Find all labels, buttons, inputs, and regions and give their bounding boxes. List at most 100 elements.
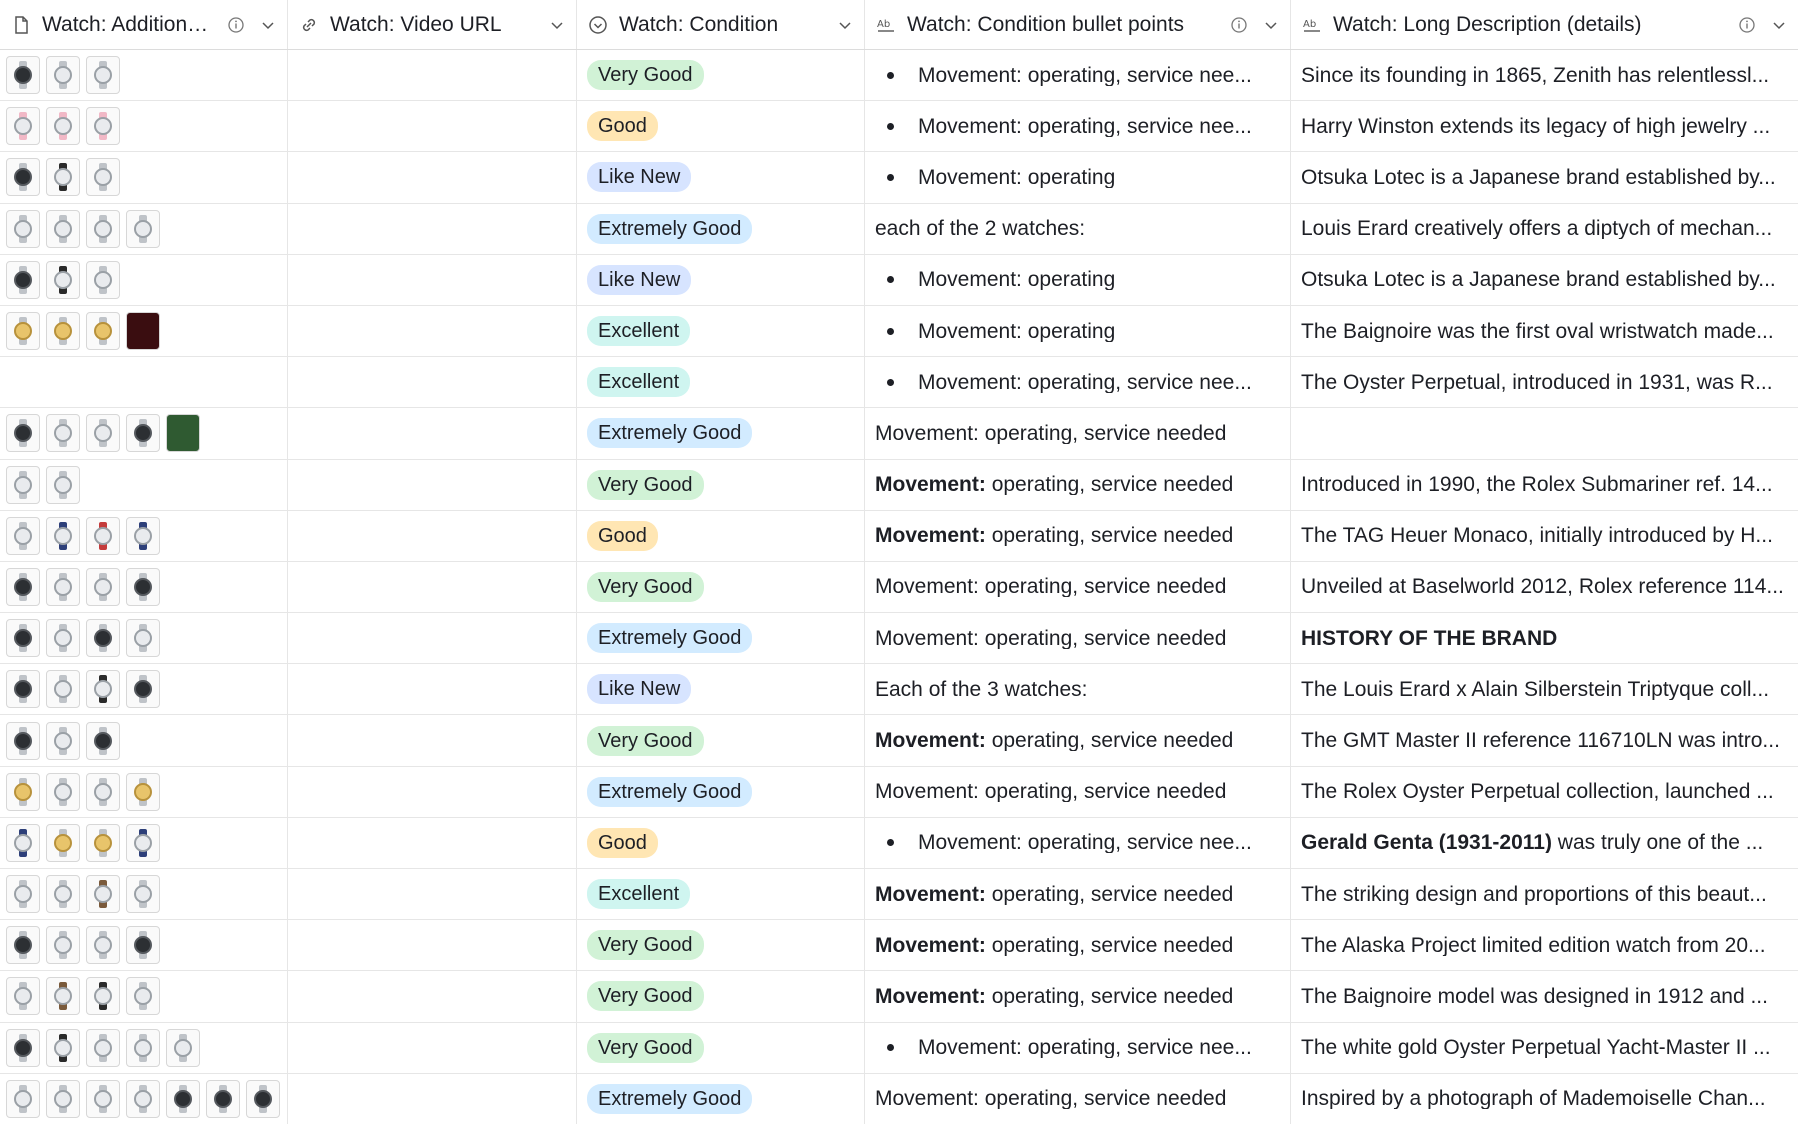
condition-cell[interactable]: Very Good — [577, 715, 865, 766]
watch-thumbnail[interactable] — [46, 158, 80, 197]
video-url-cell[interactable] — [288, 971, 577, 1022]
video-url-cell[interactable] — [288, 510, 577, 561]
watch-thumbnail[interactable] — [86, 1028, 120, 1067]
watch-thumbnail[interactable] — [126, 209, 160, 248]
attachments-cell[interactable] — [0, 203, 288, 254]
video-url-cell[interactable] — [288, 561, 577, 613]
condition-bullets-cell[interactable]: Movement: operating, service nee... — [865, 357, 1291, 408]
watch-thumbnail[interactable] — [86, 107, 120, 146]
watch-thumbnail[interactable] — [46, 977, 80, 1016]
attachments-cell[interactable] — [0, 254, 288, 305]
watch-thumbnail[interactable] — [86, 209, 120, 248]
watch-thumbnail[interactable] — [126, 414, 160, 453]
watch-thumbnail[interactable] — [6, 823, 40, 862]
long-description-cell[interactable] — [1291, 408, 1798, 458]
attachments-cell[interactable] — [0, 152, 288, 203]
table-row[interactable]: Like New Each of the 3 watches: The Louis … — [0, 664, 1798, 716]
attachments-cell[interactable] — [0, 459, 288, 510]
watch-thumbnail[interactable] — [46, 823, 80, 862]
condition-bullets-cell[interactable]: Movement: operating — [865, 305, 1291, 357]
video-url-cell[interactable] — [288, 817, 577, 868]
condition-bullets-cell[interactable]: Movement: operating, service needed — [865, 459, 1291, 510]
condition-cell[interactable]: Good — [577, 101, 865, 152]
video-url-cell[interactable] — [288, 254, 577, 305]
watch-thumbnail[interactable] — [86, 721, 120, 760]
watch-thumbnail[interactable] — [6, 772, 40, 811]
condition-cell[interactable]: Extremely Good — [577, 203, 865, 254]
condition-bullets-cell[interactable]: Movement: operating, service needed — [865, 408, 1291, 459]
table-row[interactable]: Excellent Movement: operating The Baignoir… — [0, 305, 1798, 358]
watch-thumbnail[interactable] — [126, 772, 160, 811]
attachments-cell[interactable] — [0, 357, 288, 408]
info-icon[interactable] — [227, 16, 245, 34]
watch-thumbnail[interactable] — [126, 567, 160, 606]
watch-thumbnail[interactable] — [86, 312, 120, 351]
video-url-cell[interactable] — [288, 50, 577, 101]
condition-bullets-cell[interactable]: Movement: operating, service nee... — [865, 101, 1291, 152]
watch-thumbnail[interactable] — [46, 312, 80, 351]
condition-bullets-cell[interactable]: Movement: operating, service nee... — [865, 817, 1291, 868]
watch-thumbnail[interactable] — [86, 772, 120, 811]
watch-thumbnail[interactable] — [166, 1079, 200, 1118]
table-row[interactable]: Excellent Movement: operating, service ne… — [0, 869, 1798, 921]
watch-thumbnail[interactable] — [46, 1079, 80, 1118]
watch-thumbnail[interactable] — [46, 772, 80, 811]
watch-thumbnail[interactable] — [6, 516, 40, 555]
watch-thumbnail[interactable] — [46, 516, 80, 555]
attachments-cell[interactable] — [0, 561, 288, 613]
long-description-cell[interactable]: The white gold Oyster Perpetual Yacht-Ma… — [1291, 1023, 1798, 1073]
attachments-cell[interactable] — [0, 50, 288, 101]
attachments-cell[interactable] — [0, 1073, 288, 1124]
watch-thumbnail[interactable] — [86, 1079, 120, 1118]
long-description-cell[interactable]: Since its founding in 1865, Zenith has r… — [1291, 50, 1798, 100]
attachments-cell[interactable] — [0, 920, 288, 971]
watch-thumbnail[interactable] — [86, 414, 120, 453]
column-header-condition-bullets[interactable]: Ab Watch: Condition bullet points — [865, 0, 1291, 49]
condition-cell[interactable]: Very Good — [577, 50, 865, 101]
column-header-additional[interactable]: Watch: Additional... — [0, 0, 288, 49]
column-header-condition[interactable]: Watch: Condition — [577, 0, 865, 49]
condition-cell[interactable]: Excellent — [577, 357, 865, 408]
video-url-cell[interactable] — [288, 869, 577, 920]
watch-thumbnail[interactable] — [246, 1079, 280, 1118]
long-description-cell[interactable]: Louis Erard creatively offers a diptych … — [1291, 204, 1798, 254]
chevron-down-icon[interactable] — [1262, 16, 1280, 34]
watch-thumbnail[interactable] — [86, 567, 120, 606]
video-url-cell[interactable] — [288, 613, 577, 664]
condition-bullets-cell[interactable]: Movement: operating, service needed — [865, 510, 1291, 561]
condition-bullets-cell[interactable]: Movement: operating, service needed — [865, 920, 1291, 971]
watch-thumbnail[interactable] — [6, 1028, 40, 1067]
watch-thumbnail[interactable] — [86, 158, 120, 197]
watch-thumbnail[interactable] — [86, 823, 120, 862]
long-description-cell[interactable]: Inspired by a photograph of Mademoiselle… — [1291, 1074, 1798, 1124]
watch-thumbnail[interactable] — [6, 414, 40, 453]
watch-thumbnail[interactable] — [46, 875, 80, 914]
table-row[interactable]: Very Good Movement: operating, service ne… — [0, 971, 1798, 1023]
watch-thumbnail[interactable] — [46, 209, 80, 248]
watch-thumbnail[interactable] — [6, 260, 40, 299]
condition-cell[interactable]: Good — [577, 510, 865, 561]
condition-bullets-cell[interactable]: Movement: operating, service needed — [865, 869, 1291, 920]
condition-bullets-cell[interactable]: Movement: operating, service needed — [865, 613, 1291, 664]
video-url-cell[interactable] — [288, 101, 577, 152]
attachments-cell[interactable] — [0, 510, 288, 561]
chevron-down-icon[interactable] — [259, 16, 277, 34]
long-description-cell[interactable]: The TAG Heuer Monaco, initially introduc… — [1291, 511, 1798, 561]
watch-thumbnail[interactable] — [6, 721, 40, 760]
long-description-cell[interactable]: Unveiled at Baselworld 2012, Rolex refer… — [1291, 562, 1798, 612]
video-url-cell[interactable] — [288, 1073, 577, 1124]
watch-thumbnail[interactable] — [126, 1079, 160, 1118]
watch-thumbnail[interactable] — [46, 619, 80, 658]
table-row[interactable]: Good Movement: operating, service nee... G… — [0, 817, 1798, 869]
watch-thumbnail[interactable] — [86, 670, 120, 709]
watch-thumbnail[interactable] — [6, 619, 40, 658]
condition-bullets-cell[interactable]: Movement: operating — [865, 152, 1291, 203]
condition-cell[interactable]: Very Good — [577, 459, 865, 510]
condition-cell[interactable]: Like New — [577, 664, 865, 715]
watch-thumbnail[interactable] — [126, 977, 160, 1016]
long-description-cell[interactable]: Otsuka Lotec is a Japanese brand establi… — [1291, 152, 1798, 202]
condition-cell[interactable]: Like New — [577, 254, 865, 305]
watch-thumbnail[interactable] — [46, 670, 80, 709]
table-row[interactable]: Very Good Movement: operating, service ne… — [0, 715, 1798, 767]
watch-thumbnail[interactable] — [126, 516, 160, 555]
